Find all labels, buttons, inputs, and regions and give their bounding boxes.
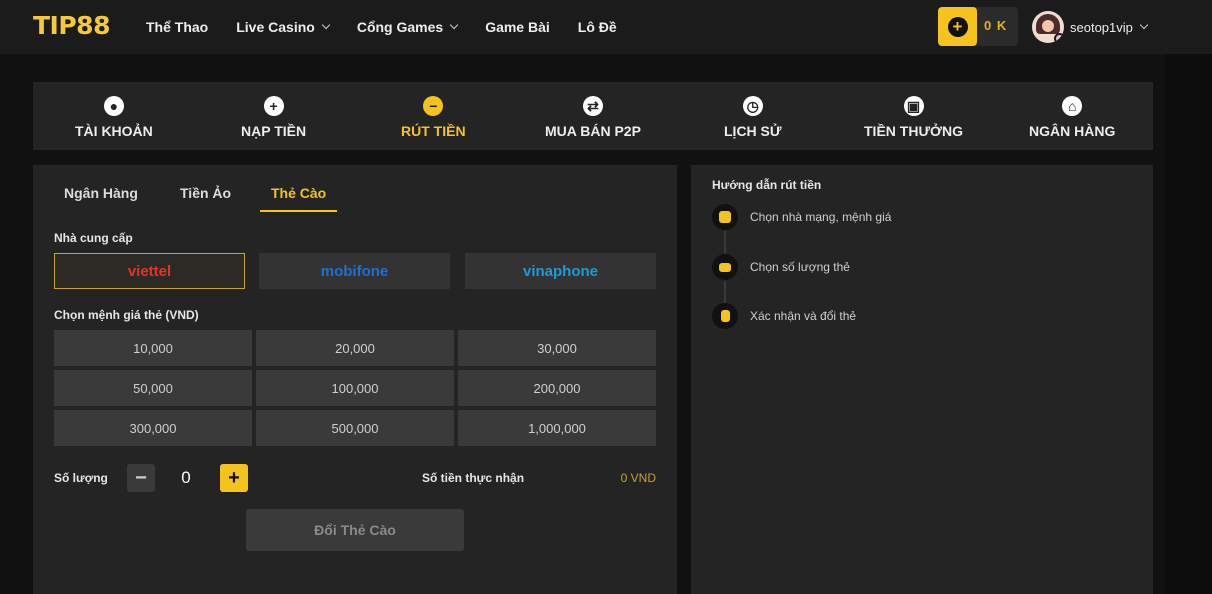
- subtab-the-cao[interactable]: Thẻ Cào: [271, 185, 326, 201]
- tab-mua-ban-p2p[interactable]: ⇄ MUA BÁN P2P: [545, 82, 641, 150]
- page-side-strip: [1165, 54, 1212, 594]
- guide-step-text: Chọn nhà mạng, mệnh giá: [750, 210, 892, 224]
- card-icon: [712, 254, 738, 280]
- guide-step: Chọn số lượng thẻ: [712, 253, 850, 281]
- tab-label: MUA BÁN P2P: [545, 123, 641, 139]
- chevron-down-icon: [1139, 20, 1149, 30]
- provider-logo: mobifone: [320, 262, 389, 280]
- deposit-button[interactable]: +: [938, 7, 977, 46]
- minus-circle-icon: −: [423, 96, 444, 116]
- gift-icon: ▣: [903, 96, 924, 116]
- tab-label: RÚT TIỀN: [401, 123, 466, 139]
- withdraw-guide-panel: Hướng dẫn rút tiền Chọn nhà mạng, mệnh g…: [691, 165, 1153, 594]
- tab-lich-su[interactable]: ◷ LỊCH SỬ: [724, 82, 782, 150]
- nav-item-cong-games[interactable]: Cổng Games: [356, 19, 459, 35]
- username: seotop1vip: [1070, 19, 1133, 35]
- account-tabbar: ● TÀI KHOẢN + NẠP TIỀN − RÚT TIỀN ⇄ MUA …: [33, 82, 1153, 150]
- phone-card-icon: [712, 303, 738, 329]
- clock-icon: ◷: [742, 96, 763, 116]
- tab-rut-tien[interactable]: − RÚT TIỀN: [401, 82, 466, 150]
- step-connector: [724, 281, 726, 303]
- guide-step-text: Xác nhận và đổi thẻ: [750, 309, 857, 323]
- tab-label: LỊCH SỬ: [724, 123, 782, 139]
- provider-logo: vinaphone: [522, 262, 598, 280]
- denomination-option[interactable]: 20,000: [256, 330, 454, 366]
- plus-circle-icon: +: [947, 16, 968, 37]
- tab-tien-thuong[interactable]: ▣ TIỀN THƯỞNG: [864, 82, 963, 150]
- exchange-card-button[interactable]: Đổi Thẻ Cào: [246, 509, 464, 551]
- nav-label: Live Casino: [236, 19, 315, 35]
- wallet-widget: + 0 K: [938, 7, 1018, 46]
- guide-step: Chọn nhà mạng, mệnh giá: [712, 203, 891, 231]
- nav-label: Lô Đề: [577, 19, 617, 35]
- nav-label: Game Bài: [485, 19, 550, 35]
- provider-vinaphone-button[interactable]: vinaphone: [465, 253, 656, 289]
- received-amount-label: Số tiền thực nhận: [422, 471, 525, 485]
- bank-icon: ⌂: [1062, 96, 1083, 116]
- top-header: TIP88 Thể Thao Live Casino Cổng Games Ga…: [0, 0, 1212, 54]
- avatar: [1032, 11, 1064, 43]
- nav-item-lo-de[interactable]: Lô Đề: [578, 19, 617, 35]
- tab-label: NGÂN HÀNG: [1029, 123, 1116, 139]
- denomination-option[interactable]: 50,000: [54, 370, 252, 406]
- tab-label: TÀI KHOẢN: [75, 123, 153, 139]
- nav-label: Cổng Games: [356, 19, 444, 35]
- denomination-option[interactable]: 500,000: [256, 410, 454, 446]
- guide-title: Hướng dẫn rút tiền: [712, 178, 822, 192]
- check-badge-icon: [712, 204, 738, 230]
- swap-circle-icon: ⇄: [582, 96, 603, 116]
- received-amount-value: 0 VND: [620, 471, 656, 485]
- denomination-option[interactable]: 300,000: [54, 410, 252, 446]
- brand-logo[interactable]: TIP88: [33, 11, 110, 41]
- nav-item-the-thao[interactable]: Thể Thao: [146, 19, 208, 35]
- main-nav: Thể Thao Live Casino Cổng Games Game Bài…: [146, 0, 645, 54]
- guide-step-text: Chọn số lượng thẻ: [750, 260, 850, 274]
- denomination-option[interactable]: 1,000,000: [458, 410, 656, 446]
- provider-viettel-button[interactable]: viettel: [54, 253, 245, 289]
- chevron-down-icon: [321, 20, 331, 30]
- user-circle-icon: ●: [103, 96, 124, 116]
- subtab-tien-ao[interactable]: Tiền Ảo: [180, 185, 231, 201]
- chevron-down-icon: [449, 20, 459, 30]
- tab-label: TIỀN THƯỞNG: [864, 123, 963, 139]
- plus-circle-icon: +: [263, 96, 284, 116]
- nav-label: Thể Thao: [146, 19, 209, 35]
- user-menu[interactable]: seotop1vip: [1032, 10, 1149, 44]
- provider-label: Nhà cung cấp: [54, 231, 133, 245]
- denomination-option[interactable]: 100,000: [256, 370, 454, 406]
- settings-badge-icon: [1054, 33, 1064, 43]
- quantity-decrement-button[interactable]: −: [127, 464, 155, 492]
- quantity-input[interactable]: [156, 464, 216, 492]
- tab-label: NẠP TIỀN: [241, 123, 307, 139]
- subtab-ngan-hang[interactable]: Ngân Hàng: [64, 185, 138, 201]
- step-connector: [724, 231, 726, 253]
- withdraw-form-panel: Ngân Hàng Tiền Ảo Thẻ Cào Nhà cung cấp v…: [33, 165, 677, 594]
- provider-logo: viettel: [127, 262, 172, 280]
- guide-step: Xác nhận và đổi thẻ: [712, 302, 856, 330]
- denomination-label: Chọn mệnh giá thẻ (VND): [54, 308, 199, 322]
- quantity-label: Số lượng: [54, 471, 108, 485]
- nav-item-live-casino[interactable]: Live Casino: [236, 19, 331, 35]
- denomination-option[interactable]: 10,000: [54, 330, 252, 366]
- tab-tai-khoan[interactable]: ● TÀI KHOẢN: [75, 82, 153, 150]
- nav-item-game-bai[interactable]: Game Bài: [485, 19, 550, 35]
- wallet-balance: 0 K: [984, 18, 1008, 33]
- quantity-increment-button[interactable]: +: [220, 464, 248, 492]
- denomination-option[interactable]: 30,000: [458, 330, 656, 366]
- active-subtab-indicator: [260, 210, 337, 212]
- tab-nap-tien[interactable]: + NẠP TIỀN: [241, 82, 306, 150]
- denomination-option[interactable]: 200,000: [458, 370, 656, 406]
- provider-mobifone-button[interactable]: mobifone: [259, 253, 450, 289]
- tab-ngan-hang[interactable]: ⌂ NGÂN HÀNG: [1029, 82, 1115, 150]
